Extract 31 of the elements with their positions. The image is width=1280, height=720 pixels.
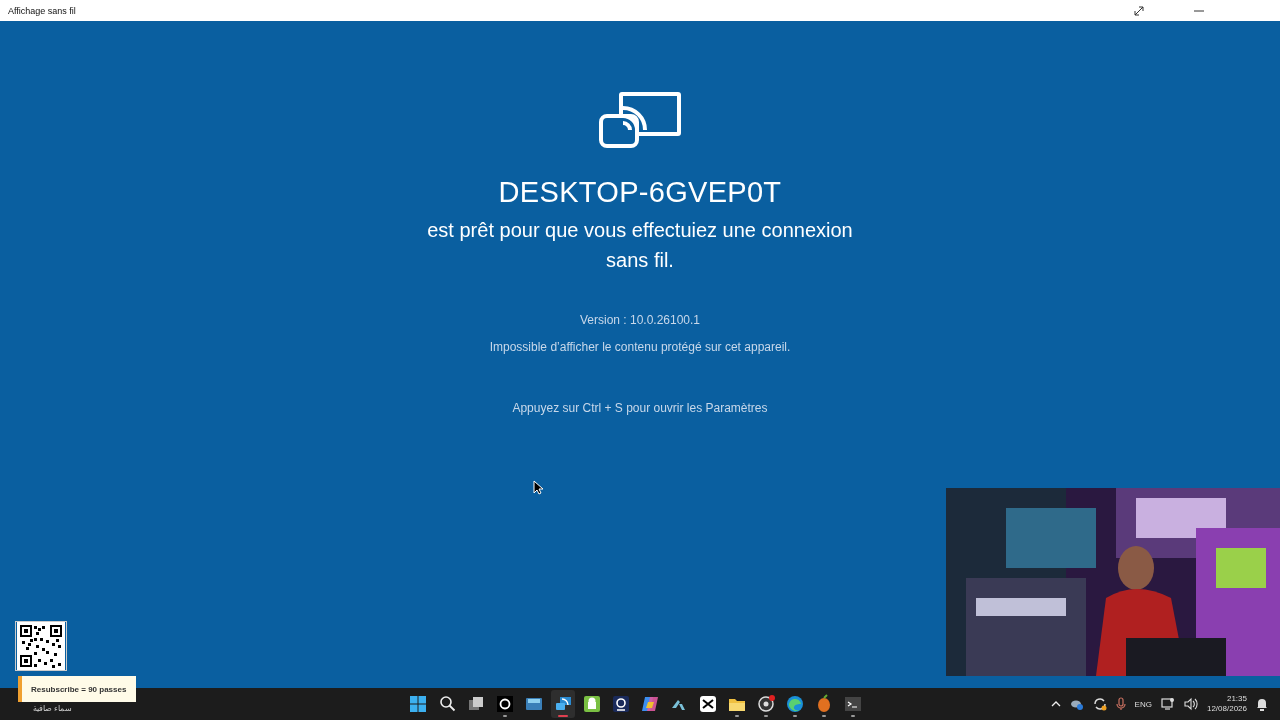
- edge-icon: [785, 694, 805, 714]
- sync-icon[interactable]: [1092, 697, 1107, 711]
- version-text: Version : 10.0.26100.1: [579, 313, 701, 327]
- app-icon: [495, 694, 515, 714]
- window-title: Affichage sans fil: [8, 5, 76, 16]
- network-icon[interactable]: [1160, 697, 1175, 711]
- webcam-icon: [611, 694, 631, 714]
- wireless-display-icon: [599, 92, 681, 148]
- device-name: DESKTOP-6GVEP0T: [498, 176, 782, 209]
- start-icon: [408, 694, 428, 714]
- protection-note: Impossible d’afficher le contenu protégé sur cet appareil.: [489, 340, 791, 354]
- microphone-icon[interactable]: [1115, 697, 1126, 711]
- copilot-icon: [640, 694, 660, 714]
- clock-date[interactable]: 12/08/2026: [1206, 704, 1247, 714]
- clock-time[interactable]: 21:35: [1226, 694, 1247, 704]
- resubscribe-badge: Resubscribe = 90 passes: [18, 676, 137, 702]
- fullscreen-icon[interactable]: [1134, 5, 1144, 16]
- volume-icon[interactable]: [1183, 697, 1198, 711]
- android-icon: [582, 694, 602, 714]
- mouse-cursor-icon: [533, 480, 543, 495]
- capcut-icon: [698, 694, 718, 714]
- taskbar-button[interactable]: [551, 690, 575, 718]
- language-indicator[interactable]: ENG: [1134, 699, 1152, 709]
- weather-text[interactable]: سماء صافية: [33, 704, 73, 713]
- obs-icon: [756, 694, 776, 714]
- ready-message: est prêt pour que vous effectuiez une connexion sans fil.: [426, 218, 854, 273]
- chevron-up-icon[interactable]: [1050, 699, 1061, 709]
- search-icon: [437, 694, 457, 714]
- terminal-icon: [843, 694, 863, 714]
- settings-hint: Appuyez sur Ctrl + S pour ouvrir les Paramètres: [512, 401, 768, 415]
- notification-bell-icon[interactable]: [1256, 697, 1268, 711]
